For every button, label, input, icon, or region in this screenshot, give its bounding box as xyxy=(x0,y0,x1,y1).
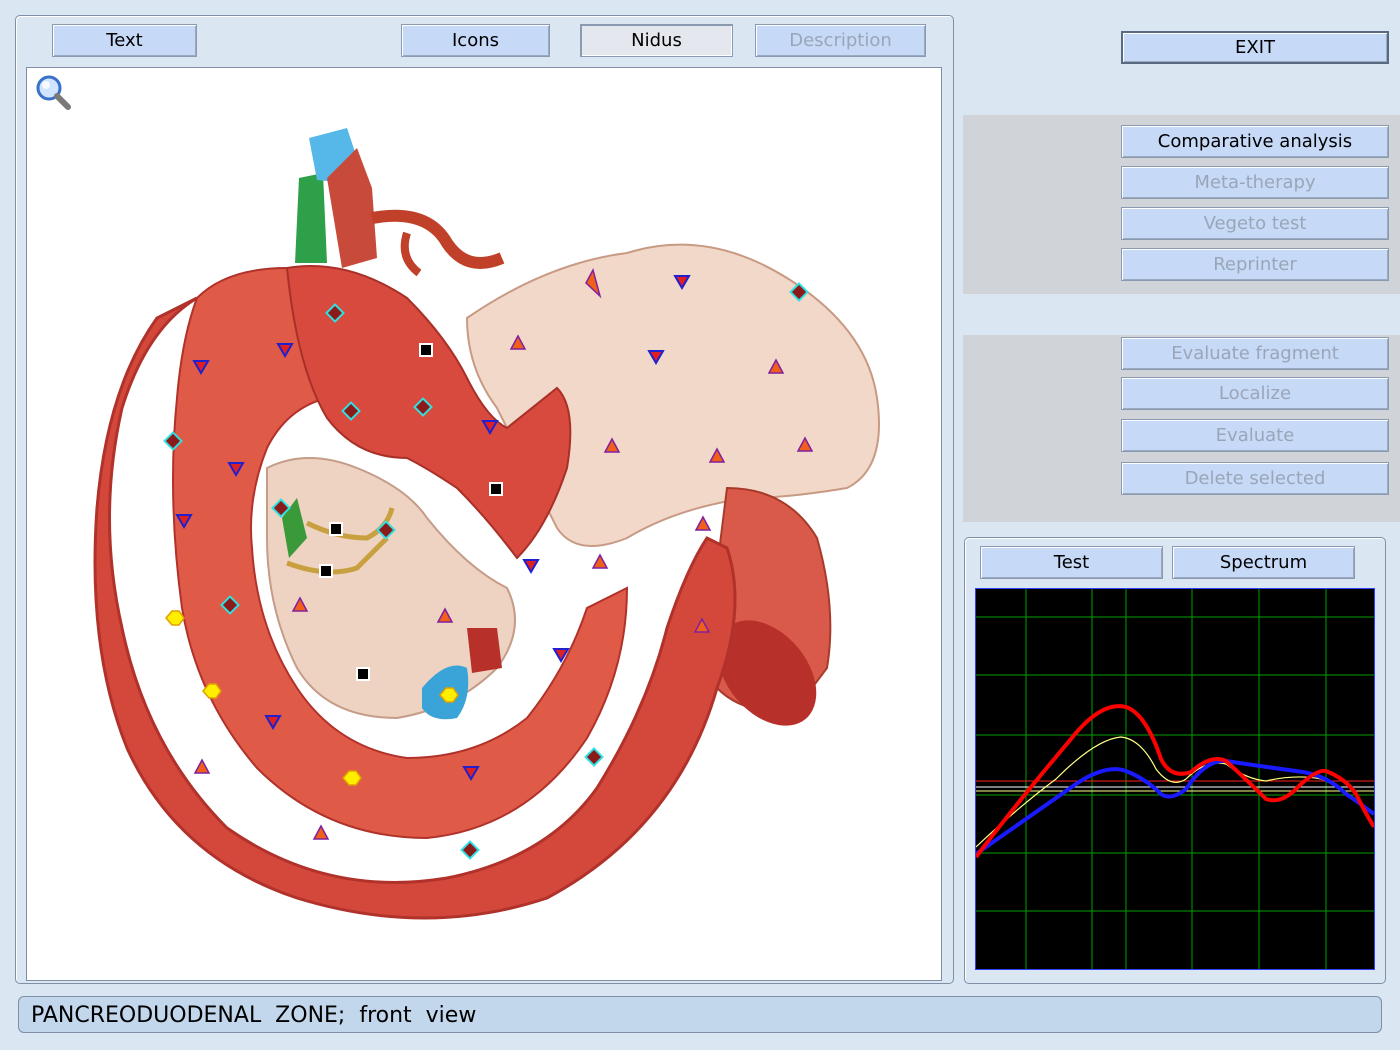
status-bar: PANCREODUODENAL ZONE; front view xyxy=(18,996,1382,1033)
tab-description[interactable]: Description xyxy=(755,24,926,57)
spectrum-graph xyxy=(974,588,1376,970)
localize-button[interactable]: Localize xyxy=(1121,377,1389,410)
comparative-analysis-button[interactable]: Comparative analysis xyxy=(1121,125,1389,158)
tab-nidus[interactable]: Nidus xyxy=(580,24,733,57)
anatomy-illustration xyxy=(36,75,880,920)
evaluate-fragment-button[interactable]: Evaluate fragment xyxy=(1121,337,1389,370)
delete-selected-button[interactable]: Delete selected xyxy=(1121,462,1389,495)
tab-icons[interactable]: Icons xyxy=(401,24,550,57)
anatomy-image-viewport[interactable] xyxy=(26,67,942,981)
tab-spectrum[interactable]: Spectrum xyxy=(1172,546,1355,579)
meta-therapy-button[interactable]: Meta-therapy xyxy=(1121,166,1389,199)
tab-text[interactable]: Text xyxy=(52,24,197,57)
vessels xyxy=(295,128,505,277)
tab-test[interactable]: Test xyxy=(980,546,1163,579)
yellow-curve xyxy=(975,736,1375,848)
evaluate-button[interactable]: Evaluate xyxy=(1121,419,1389,452)
reprinter-button[interactable]: Reprinter xyxy=(1121,248,1389,281)
magnifier-icon[interactable] xyxy=(36,75,71,110)
exit-button[interactable]: EXIT xyxy=(1121,31,1389,64)
red-curve xyxy=(974,704,1376,859)
vegeto-test-button[interactable]: Vegeto test xyxy=(1121,207,1389,240)
